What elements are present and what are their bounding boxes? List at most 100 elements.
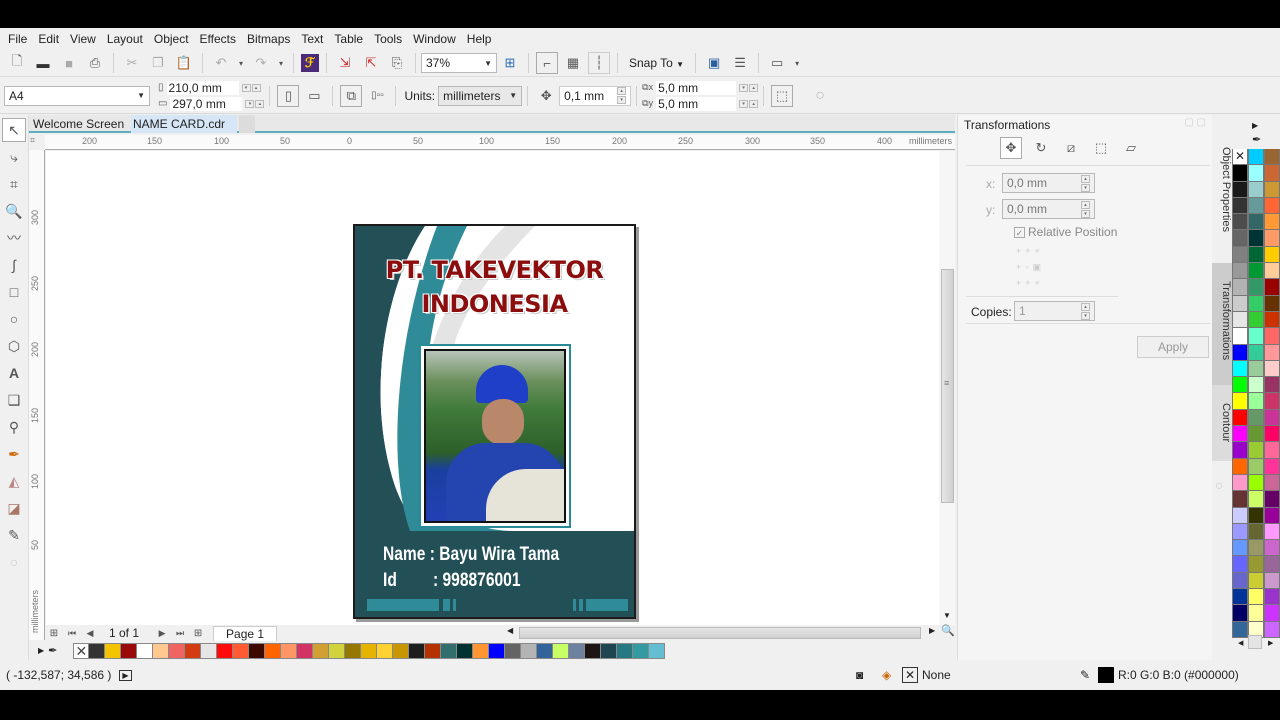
paste-icon[interactable]: 📋 [173, 52, 195, 74]
menu-bitmaps[interactable]: Bitmaps [247, 32, 290, 46]
open-icon[interactable]: ▬ [32, 52, 54, 74]
color-proof-icon[interactable]: ◙ [856, 668, 863, 682]
status-expand-icon[interactable]: ▶ [119, 669, 132, 681]
palette-swatch[interactable] [1232, 279, 1248, 296]
palette-swatch[interactable] [1248, 263, 1264, 280]
menu-object[interactable]: Object [154, 32, 189, 46]
palette-swatch[interactable] [1248, 458, 1264, 475]
rotate-icon[interactable]: ↻ [1030, 137, 1052, 159]
palette-swatch[interactable] [1232, 426, 1248, 443]
palette-scroll-up-icon[interactable]: ▶ [1252, 121, 1258, 130]
palette-swatch[interactable] [1264, 458, 1280, 475]
palette-swatch[interactable] [1248, 360, 1264, 378]
freehand-tool-icon[interactable]: 〰 [2, 226, 26, 250]
text-tool-icon[interactable]: A [2, 361, 26, 385]
scale-mirror-icon[interactable]: ⧄ [1060, 137, 1082, 159]
doc-palette-swatch[interactable] [537, 642, 554, 659]
palette-swatch[interactable] [1248, 523, 1264, 541]
current-page-icon[interactable]: ▯▫▫ [366, 85, 388, 107]
snap-to-button[interactable]: Snap To ▼ [629, 56, 684, 70]
redo-dropdown-icon[interactable]: ▾ [276, 52, 286, 74]
doc-palette-swatch[interactable] [297, 642, 314, 659]
palette-swatch[interactable] [1264, 311, 1280, 329]
palette-swatch[interactable] [1264, 556, 1280, 573]
palette-swatch[interactable] [1264, 197, 1280, 215]
palette-expand-icon[interactable]: ▶ [38, 646, 44, 655]
menu-view[interactable]: View [70, 32, 96, 46]
show-guidelines-icon[interactable]: ┆ [588, 52, 610, 74]
palette-swatch[interactable] [1264, 230, 1280, 247]
docker-close-icon[interactable]: ▢ ▢ [1184, 117, 1206, 128]
palette-swatch[interactable] [1248, 426, 1264, 443]
side-tab-object-properties[interactable]: Object Properties [1212, 129, 1232, 259]
zoom-fit-icon[interactable]: 🔍 [941, 624, 955, 637]
portrait-icon[interactable]: ▯ [277, 84, 300, 107]
palette-swatch[interactable] [1264, 263, 1280, 280]
doc-palette-swatch[interactable] [553, 642, 570, 659]
palette-swatch[interactable] [1248, 311, 1264, 329]
page-size-combo[interactable]: A4 ▼ [4, 85, 150, 106]
position-icon[interactable]: ✥ [1000, 137, 1022, 159]
doc-palette-swatch[interactable] [137, 642, 154, 659]
publish-pdf-icon[interactable]: ⎘ [386, 52, 408, 74]
palette-swatch[interactable] [1248, 246, 1264, 264]
copy-icon[interactable]: ❐ [147, 52, 169, 74]
doc-palette-swatch[interactable] [361, 642, 378, 659]
y-position-field[interactable]: 0,0 mm ▴ ▾ [1002, 199, 1095, 219]
rectangle-tool-icon[interactable]: □ [2, 280, 26, 304]
undo-icon[interactable]: ↶ [210, 52, 232, 74]
all-pages-icon[interactable]: ⧉ [340, 84, 363, 107]
polygon-tool-icon[interactable]: ⬡ [2, 334, 26, 358]
skew-icon[interactable]: ▱ [1120, 137, 1142, 159]
x-position-field[interactable]: 0,0 mm ▴ ▾ [1002, 173, 1095, 193]
show-rulers-icon[interactable]: ⌐ [536, 52, 558, 74]
doc-palette-swatch[interactable] [281, 642, 298, 659]
palette-swatch[interactable] [1232, 442, 1248, 459]
size-icon[interactable]: ⬚ [1090, 137, 1112, 159]
options-icon[interactable]: ☰ [729, 52, 751, 74]
tab-add[interactable] [239, 115, 255, 133]
vertical-scroll-thumb[interactable]: ≡ [941, 269, 954, 503]
welcome-screen-icon[interactable]: ▣ [703, 52, 725, 74]
palette-swatch[interactable] [1232, 491, 1248, 508]
palette-swatch[interactable] [1232, 197, 1248, 215]
palette-swatch[interactable] [1264, 214, 1280, 231]
scroll-down-icon[interactable]: ▼ [943, 611, 951, 620]
doc-palette-swatch[interactable] [105, 642, 122, 659]
doc-palette-swatch[interactable] [633, 642, 650, 659]
palette-swatch[interactable] [1248, 230, 1264, 247]
landscape-icon[interactable]: ▭ [303, 85, 325, 107]
doc-palette-swatch[interactable] [217, 642, 234, 659]
page-height-spinner[interactable]: ▾ ▴ [245, 99, 265, 108]
relative-position-checkbox[interactable]: ✓ Relative Position [1014, 225, 1117, 239]
palette-swatch[interactable] [1232, 377, 1248, 394]
palette-swatch[interactable] [1264, 605, 1280, 622]
doc-palette-swatch[interactable] [345, 642, 362, 659]
doc-palette-swatch[interactable] [121, 642, 138, 659]
doc-palette-swatch[interactable] [617, 642, 634, 659]
palette-swatch[interactable] [1232, 474, 1248, 492]
drop-shadow-tool-icon[interactable]: ❑ [2, 388, 26, 412]
palette-swatch[interactable] [1248, 295, 1264, 312]
connector-tool-icon[interactable]: ⚲ [2, 415, 26, 439]
horizontal-scrollbar[interactable]: ◀ ▶ 🔍 [505, 624, 955, 640]
palette-scroll-left-icon[interactable]: ◀ [1238, 639, 1243, 647]
palette-swatch[interactable] [1248, 214, 1264, 231]
vertical-scrollbar[interactable]: ≡ ▼ [939, 151, 955, 625]
palette-swatch[interactable] [1264, 409, 1280, 427]
palette-swatch[interactable] [1248, 197, 1264, 215]
palette-swatch[interactable] [1264, 377, 1280, 394]
shape-tool-icon[interactable]: ⤷ [2, 145, 26, 169]
radio-circle-icon[interactable]: ○ [809, 85, 831, 107]
doc-palette-swatch[interactable] [505, 642, 522, 659]
palette-scroll-thumb[interactable] [1248, 635, 1262, 649]
id-card-artwork[interactable]: PT. TAKEVEKTOR INDONESIA Name : Bayu Wir… [353, 224, 636, 619]
doc-palette-swatch[interactable] [585, 642, 602, 659]
palette-swatch[interactable] [1232, 556, 1248, 573]
palette-swatch[interactable] [1264, 295, 1280, 312]
treat-as-filled-icon[interactable]: ⬚ [771, 84, 794, 107]
palette-swatch[interactable] [1264, 165, 1280, 182]
palette-swatch[interactable] [1232, 523, 1248, 541]
page-tab[interactable]: Page 1 [213, 625, 278, 641]
doc-palette-swatch[interactable] [169, 642, 186, 659]
